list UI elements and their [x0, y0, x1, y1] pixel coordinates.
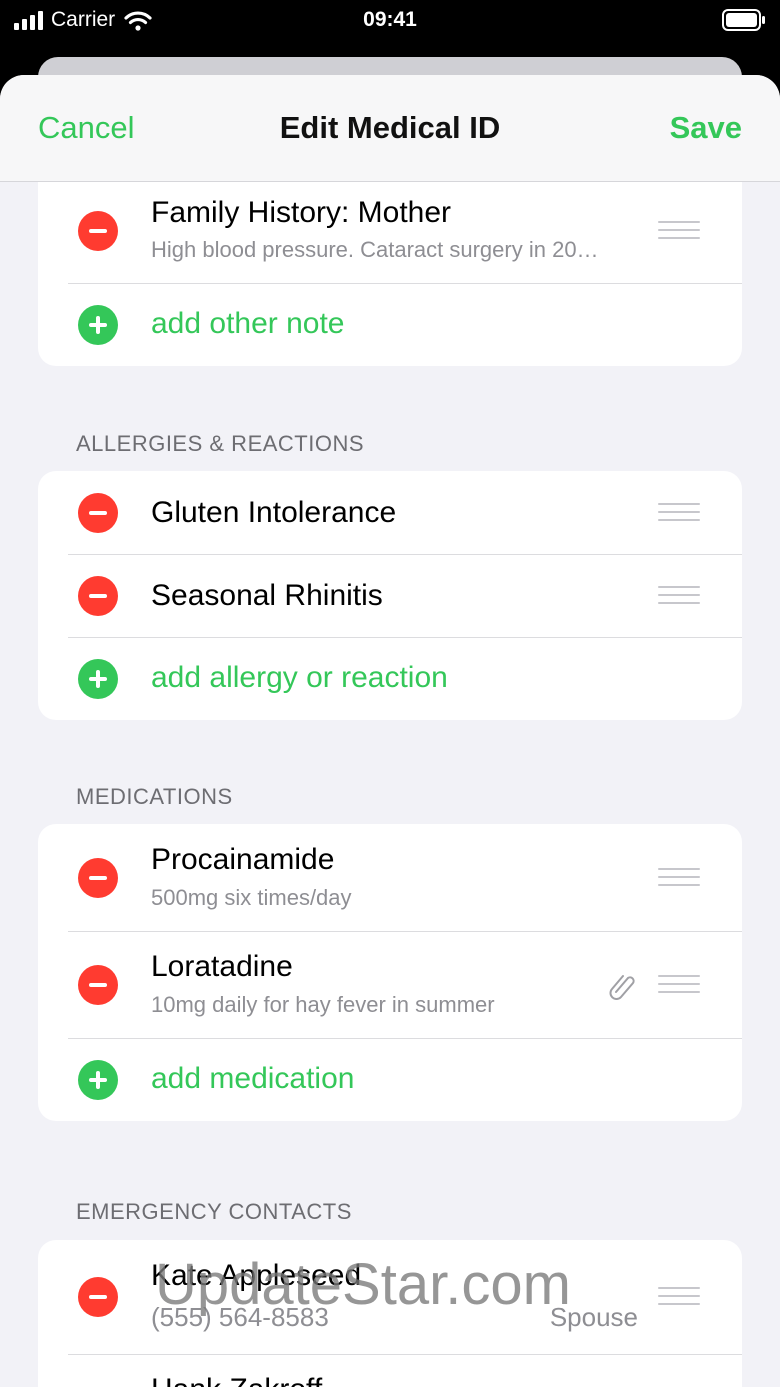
- reorder-handle-icon[interactable]: [658, 586, 700, 606]
- medication-detail: 10mg daily for hay fever in summer: [151, 992, 495, 1017]
- reorder-handle-icon[interactable]: [658, 1287, 700, 1307]
- status-time: 09:41: [363, 8, 417, 31]
- contact-name: Hank Zakroff: [151, 1372, 322, 1387]
- add-medication-label: add medication: [151, 1062, 355, 1095]
- medications-card: Procainamide 500mg six times/day Loratad…: [38, 824, 742, 1121]
- contact-name: Kate Appleseed: [151, 1259, 362, 1292]
- allergy-title: Seasonal Rhinitis: [151, 579, 383, 612]
- medications-header: MEDICATIONS: [76, 784, 233, 809]
- add-note-row[interactable]: add other note: [38, 283, 742, 366]
- contact-phone: (555) 564-8583: [151, 1302, 329, 1332]
- status-bar: Carrier 09:41: [0, 0, 780, 40]
- medication-title: Loratadine: [151, 950, 293, 983]
- list-item-medication[interactable]: Loratadine 10mg daily for hay fever in s…: [38, 931, 742, 1038]
- contacts-header: EMERGENCY CONTACTS: [76, 1199, 352, 1224]
- delete-allergy-icon[interactable]: [78, 493, 118, 533]
- allergy-title: Gluten Intolerance: [151, 496, 397, 529]
- list-item-allergy[interactable]: Seasonal Rhinitis: [38, 554, 742, 637]
- delete-note-icon[interactable]: [78, 211, 118, 251]
- reorder-handle-icon[interactable]: [658, 503, 700, 523]
- delete-medication-icon[interactable]: [78, 965, 118, 1005]
- contact-relation: Spouse: [549, 1302, 638, 1332]
- delete-allergy-icon[interactable]: [78, 576, 118, 616]
- medication-title: Procainamide: [151, 843, 335, 876]
- navigation-bar: Cancel Edit Medical ID Save: [0, 75, 780, 182]
- allergies-card: Gluten Intolerance Seasonal Rhinitis add…: [38, 471, 742, 720]
- delete-medication-icon[interactable]: [78, 858, 118, 898]
- edit-medical-id-sheet: Cancel Edit Medical ID Save Family Histo…: [0, 75, 780, 1387]
- note-detail: High blood pressure. Cataract surgery in…: [151, 237, 599, 262]
- add-note-icon[interactable]: [78, 305, 118, 345]
- list-item-contact[interactable]: Hank Zakroff: [38, 1354, 742, 1387]
- add-allergy-row[interactable]: add allergy or reaction: [38, 637, 742, 720]
- contacts-card: Kate Appleseed (555) 564-8583 Spouse Han…: [38, 1240, 742, 1387]
- add-medication-row[interactable]: add medication: [38, 1038, 742, 1121]
- note-title: Family History: Mother: [151, 196, 452, 229]
- list-item-medication[interactable]: Procainamide 500mg six times/day: [38, 824, 742, 931]
- medication-detail: 500mg six times/day: [151, 885, 352, 910]
- reorder-handle-icon[interactable]: [658, 975, 700, 995]
- allergies-header: ALLERGIES & REACTIONS: [76, 431, 365, 456]
- add-note-label: add other note: [151, 307, 345, 340]
- reorder-handle-icon[interactable]: [658, 868, 700, 888]
- reorder-handle-icon[interactable]: [658, 221, 700, 241]
- paperclip-icon: [609, 975, 635, 1000]
- list-item-contact[interactable]: Kate Appleseed (555) 564-8583 Spouse: [38, 1240, 742, 1354]
- save-button[interactable]: Save: [670, 108, 742, 148]
- page-title: Edit Medical ID: [279, 110, 501, 145]
- add-allergy-icon[interactable]: [78, 659, 118, 699]
- list-item-allergy[interactable]: Gluten Intolerance: [38, 471, 742, 554]
- delete-contact-icon[interactable]: [78, 1277, 118, 1317]
- battery-icon: [722, 9, 765, 31]
- add-medication-icon[interactable]: [78, 1060, 118, 1100]
- add-allergy-label: add allergy or reaction: [151, 661, 448, 694]
